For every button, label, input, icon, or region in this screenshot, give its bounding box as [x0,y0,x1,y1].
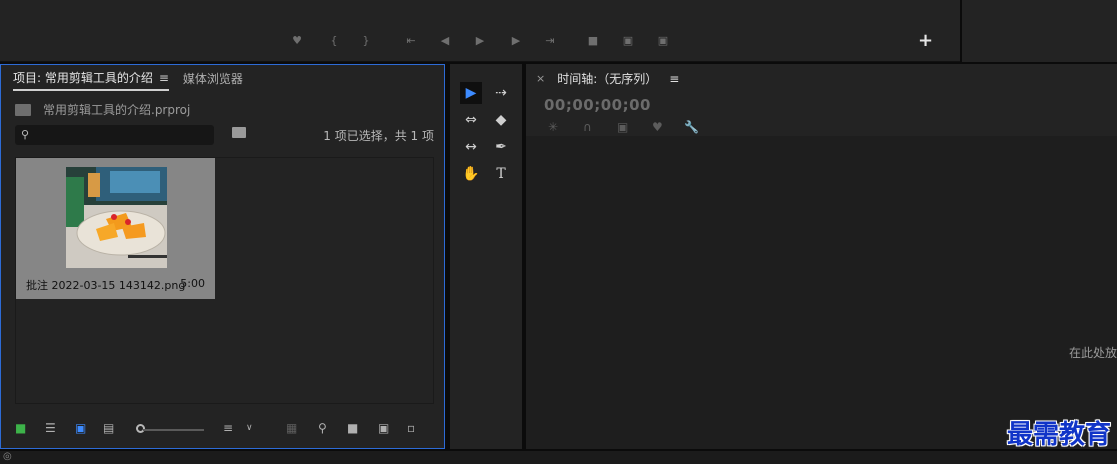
find-bin-icon[interactable] [232,127,246,138]
ripple-edit-tool-icon[interactable]: ⇔ [460,109,482,131]
media-grid: 批注 2022-03-15 143142.png 5:00 [15,157,434,404]
out-point-icon[interactable]: } [356,30,376,50]
hand-tool-icon[interactable]: ✋ [460,163,482,185]
timeline-drop-area[interactable]: 在此处放 [526,136,1117,449]
selection-tool-icon[interactable]: ▶ [460,82,482,104]
search-input[interactable]: ⚲ [15,125,214,145]
thumbnail-image [66,167,167,268]
watermark-logo: 最需教育 [1006,420,1111,450]
lock-icon[interactable]: ■ [15,421,26,435]
panel-menu-icon[interactable]: ≡ [669,72,679,86]
slip-tool-icon[interactable]: ↔ [460,136,482,158]
go-to-in-icon[interactable]: ⇤ [401,30,421,50]
tab-project[interactable]: 项目: 常用剪辑工具的介绍 ≡ [13,69,169,91]
timeline-tab[interactable]: × 时间轴:（无序列） ≡ [536,70,679,87]
zoom-slider-track[interactable] [143,429,204,431]
freeform-view-icon[interactable]: ▤ [103,421,114,435]
automate-sequence-icon[interactable]: ▦ [286,421,297,435]
trash-icon[interactable]: ▫ [407,421,415,435]
close-icon[interactable]: × [536,72,545,85]
project-panel: 项目: 常用剪辑工具的介绍 ≡ 媒体浏览器 常用剪辑工具的介绍.prproj ⚲ … [0,64,445,449]
find-icon[interactable]: ⚲ [318,421,327,435]
monitor-side-panel [962,0,1117,62]
timeline-panel: × 时间轴:（无序列） ≡ 00;00;00;00 ✳ ∩ ▣ ♥ 🔧 在此处放… [526,64,1117,450]
linked-selection-icon[interactable]: ▣ [617,120,628,134]
track-select-tool-icon[interactable]: ⇢ [490,82,512,104]
folder-icon [15,103,31,116]
wrench-icon[interactable]: 🔧 [684,120,699,134]
nest-icon[interactable]: ✳ [548,120,558,134]
timeline-timecode[interactable]: 00;00;00;00 [544,96,651,114]
play-icon[interactable]: ▶ [470,30,490,50]
program-monitor: ♥ { } ⇤ ◀ ▶ ▶ ⇥ ■ ▣ ▣ + [0,0,960,62]
status-icon: ◎ [3,451,12,462]
tab-media-browser[interactable]: 媒体浏览器 [183,70,243,90]
drop-hint: 在此处放 [1068,346,1117,360]
clip-item[interactable]: 批注 2022-03-15 143142.png 5:00 [16,158,215,299]
new-item-icon[interactable]: ▣ [378,421,389,435]
status-bar: ◎ [0,451,1117,464]
add-button-icon[interactable]: + [918,30,933,51]
type-tool-icon[interactable]: T [490,163,512,185]
new-bin-icon[interactable]: ■ [347,421,358,435]
pen-tool-icon[interactable]: ✒ [490,136,512,158]
icon-view-icon[interactable]: ▣ [75,421,86,435]
project-toolbar: ■ ☰ ▣ ▤ ≡ ∨ ▦ ⚲ ■ ▣ ▫ [15,421,435,439]
in-point-icon[interactable]: { [324,30,344,50]
tools-panel: ▶ ⇢ ⇔ ◆ ↔ ✒ ✋ T [450,64,522,449]
snap-icon[interactable]: ∩ [583,120,592,134]
list-view-icon[interactable]: ☰ [45,421,56,435]
search-icon: ⚲ [21,128,30,141]
tab-project-label: 项目: 常用剪辑工具的介绍 [13,71,153,85]
selection-count: 1 项已选择，共 1 项 [323,129,434,143]
marker-icon[interactable]: ♥ [287,30,307,50]
step-back-icon[interactable]: ◀ [435,30,455,50]
project-file-row: 常用剪辑工具的介绍.prproj [15,101,190,118]
go-to-out-icon[interactable]: ⇥ [540,30,560,50]
sort-icon[interactable]: ≡ [223,421,233,435]
clip-thumbnail [66,167,167,268]
panel-menu-icon[interactable]: ≡ [159,71,169,85]
add-marker-icon[interactable]: ♥ [652,120,663,134]
clip-name: 批注 2022-03-15 143142.png [26,279,186,292]
export-frame-icon[interactable]: ▣ [653,30,673,50]
chevron-down-icon[interactable]: ∨ [246,423,253,433]
clip-duration: 5:00 [180,277,205,290]
lift-icon[interactable]: ■ [583,30,603,50]
project-file-name: 常用剪辑工具的介绍.prproj [43,103,191,117]
step-forward-icon[interactable]: ▶ [506,30,526,50]
razor-tool-icon[interactable]: ◆ [490,109,512,131]
project-tabs: 项目: 常用剪辑工具的介绍 ≡ 媒体浏览器 [13,69,243,91]
timeline-title: 时间轴:（无序列） [557,72,658,86]
extract-icon[interactable]: ▣ [618,30,638,50]
